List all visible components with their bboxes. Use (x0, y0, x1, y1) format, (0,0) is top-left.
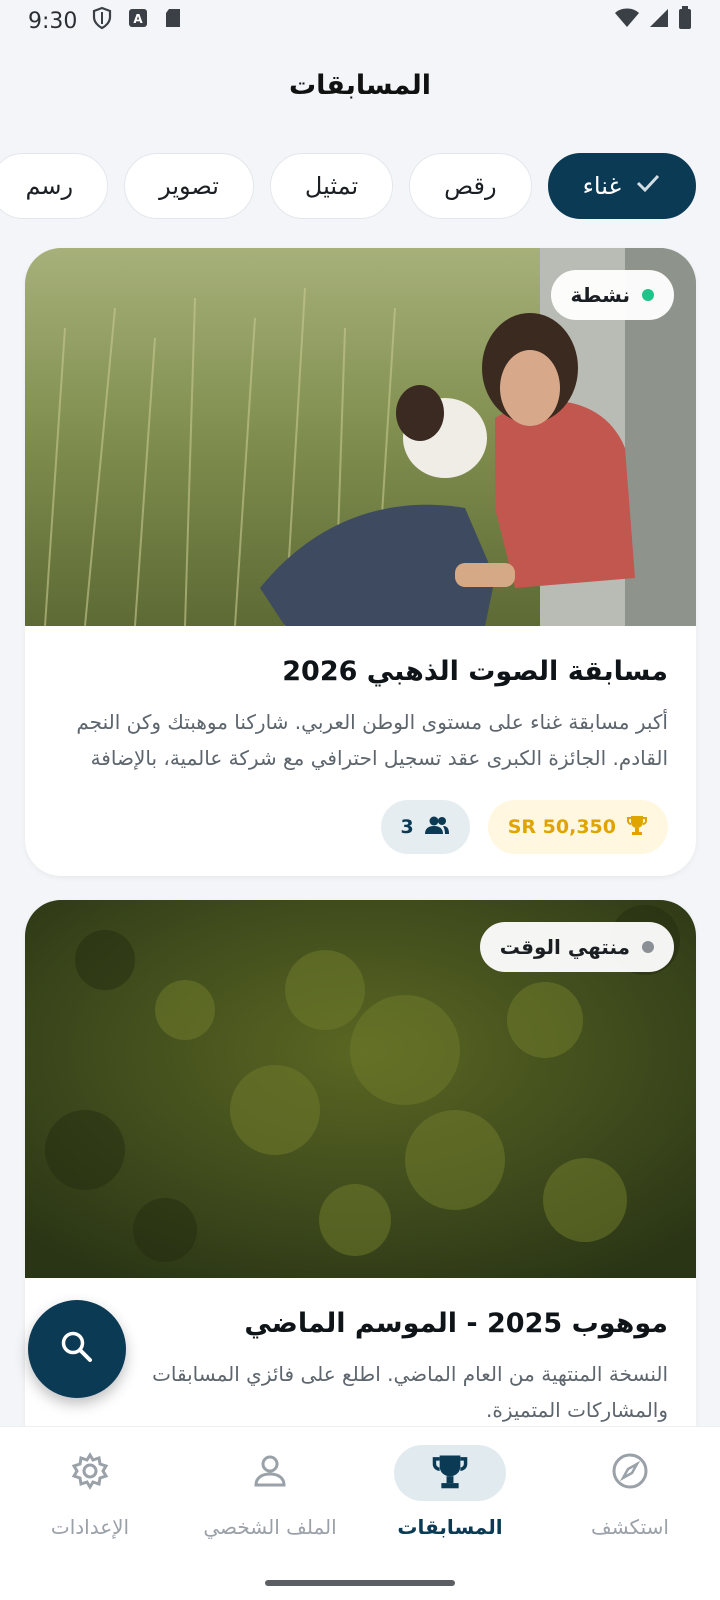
card-body: مسابقة الصوت الذهبي 2026 أكبر مسابقة غنا… (25, 626, 696, 854)
nav-explore[interactable]: استكشف (540, 1427, 720, 1600)
search-icon (59, 1329, 95, 1369)
prize-amount: SR 50,350 (507, 816, 616, 838)
check-icon (635, 172, 661, 200)
status-bar: 9:30 A (0, 0, 720, 42)
nav-profile[interactable]: الملف الشخصي (180, 1427, 360, 1600)
nav-icon-wrap (394, 1445, 506, 1501)
battery-icon (678, 6, 692, 36)
nav-competitions[interactable]: المسابقات (360, 1427, 540, 1600)
competition-image: منتهي الوقت (25, 900, 696, 1278)
nav-label: استكشف (591, 1515, 669, 1539)
nav-label: الإعدادات (50, 1515, 130, 1539)
status-badge: منتهي الوقت (479, 922, 674, 972)
competition-image: نشطة (25, 248, 696, 626)
nav-label: الملف الشخصي (203, 1515, 337, 1539)
nav-icon-wrap (574, 1445, 686, 1501)
search-button[interactable] (28, 1300, 126, 1398)
status-left: 9:30 A (28, 6, 183, 36)
person-icon (251, 1452, 289, 1494)
chip-label: تصوير (159, 172, 219, 200)
status-label: منتهي الوقت (499, 935, 630, 959)
status-badge: نشطة (550, 270, 674, 320)
card-badges: SR 50,350 3 (53, 800, 668, 854)
nav-label: المسابقات (397, 1515, 503, 1539)
page-title: المسابقات (289, 70, 431, 101)
chip-label: تمثيل (304, 172, 359, 200)
ended-dot-icon (642, 941, 654, 953)
chip-acting[interactable]: تمثيل (269, 153, 394, 219)
wifi-icon (614, 7, 640, 35)
chip-label: رسم (25, 172, 74, 200)
bottom-navigation: استكشف المسابقات الملف الشخصي الإعدادات (0, 1426, 720, 1600)
chip-label: رقص (444, 172, 497, 200)
home-indicator[interactable] (265, 1580, 455, 1586)
gear-icon (70, 1451, 110, 1495)
trophy-icon (431, 1452, 469, 1494)
nav-icon-wrap (34, 1445, 146, 1501)
nav-settings[interactable]: الإعدادات (0, 1427, 180, 1600)
a-square-icon: A (127, 7, 149, 35)
chip-drawing[interactable]: رسم (0, 153, 109, 219)
chip-label: غناء (582, 172, 621, 200)
signal-icon (648, 7, 670, 35)
chip-singing[interactable]: غناء (547, 153, 696, 219)
prize-badge: SR 50,350 (487, 800, 668, 854)
card-title: مسابقة الصوت الذهبي 2026 (282, 656, 668, 687)
active-dot-icon (642, 289, 654, 301)
chip-dance[interactable]: رقص (409, 153, 532, 219)
category-chips: غناء رقص تمثيل تصوير رسم (0, 153, 720, 221)
compass-icon (610, 1451, 650, 1495)
participants-badge: 3 (380, 800, 470, 854)
nav-icon-wrap (214, 1445, 326, 1501)
status-time: 9:30 (28, 8, 78, 34)
competition-card[interactable]: منتهي الوقت موهوب 2025 - الموسم الماضي ا… (25, 900, 696, 1460)
card-description: النسخة المنتهية من العام الماضي. اطلع عل… (152, 1362, 668, 1422)
group-icon (424, 815, 450, 840)
shield-icon (91, 6, 113, 36)
card-title: موهوب 2025 - الموسم الماضي (244, 1308, 668, 1339)
status-label: نشطة (570, 283, 630, 307)
trophy-icon (626, 814, 648, 841)
svg-text:A: A (134, 12, 144, 26)
sd-card-icon (163, 7, 183, 35)
status-right (614, 6, 692, 36)
chip-photography[interactable]: تصوير (124, 153, 254, 219)
competition-card[interactable]: نشطة مسابقة الصوت الذهبي 2026 أكبر مسابق… (25, 248, 696, 876)
card-description: أكبر مسابقة غناء على مستوى الوطن العربي.… (76, 710, 668, 770)
participants-count: 3 (400, 816, 414, 838)
